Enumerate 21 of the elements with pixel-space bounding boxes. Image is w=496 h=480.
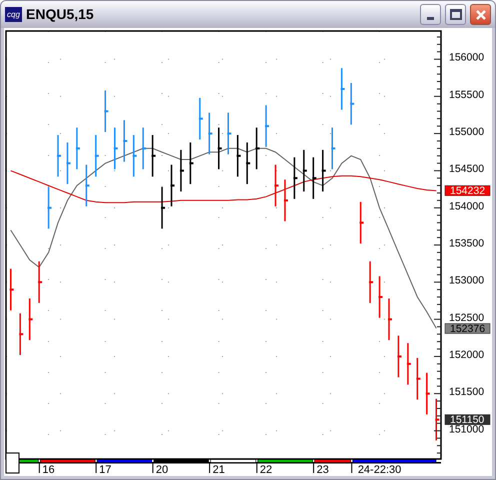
price-axis-label: 152000 xyxy=(449,348,484,361)
date-axis-label: 16 xyxy=(42,464,55,476)
date-axis-label: 20 xyxy=(156,464,168,476)
price-axis-label: 153000 xyxy=(449,274,484,287)
date-axis-label: 17 xyxy=(99,464,112,476)
window-title: ENQU5,15 xyxy=(26,5,95,24)
price-axis-label: 151500 xyxy=(449,386,484,398)
date-axis-label: 23 xyxy=(316,464,329,476)
price-axis-label: 154000 xyxy=(449,200,484,212)
date-axis-label: 21 xyxy=(212,464,225,476)
price-axis-label: 152500 xyxy=(449,312,484,324)
price-axis-label: 154500 xyxy=(449,163,484,176)
price-axis-label: 153500 xyxy=(449,238,484,250)
app-logo: cqg xyxy=(5,7,22,22)
price-axis-label: 155000 xyxy=(449,126,484,138)
price-axis-label: 156000 xyxy=(449,52,484,64)
price-marker-label: 154232 xyxy=(450,185,486,198)
price-axis-label: 155500 xyxy=(449,88,484,101)
price-marker-label: 152376 xyxy=(450,323,486,336)
date-axis-label: 22 xyxy=(260,464,272,476)
date-axis-label: 24-22:30 xyxy=(358,464,402,476)
